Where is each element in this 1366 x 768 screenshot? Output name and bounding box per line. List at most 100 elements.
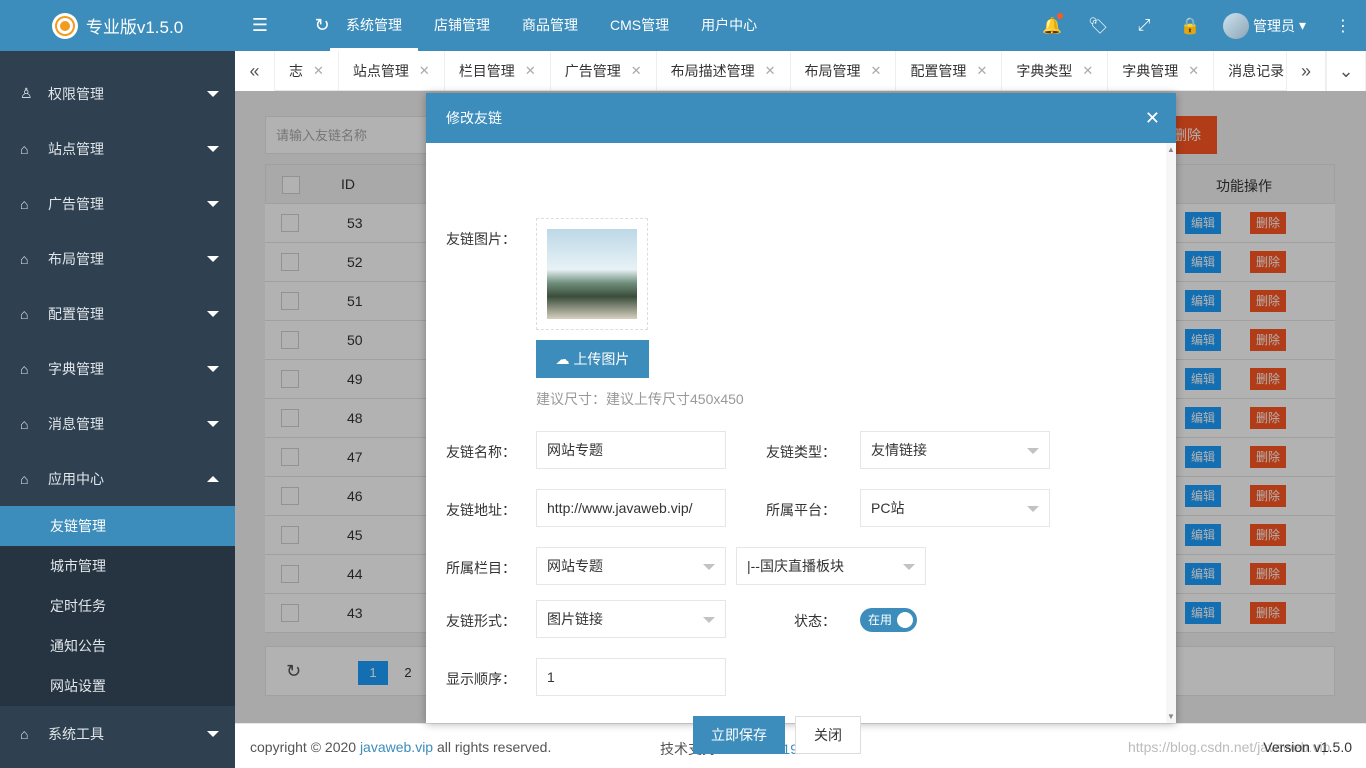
close-icon[interactable]: ✕	[1082, 51, 1093, 90]
image-preview[interactable]	[536, 218, 648, 330]
name-input[interactable]: 网站专题	[536, 431, 726, 469]
status-toggle[interactable]: 在用	[860, 608, 917, 632]
close-icon[interactable]: ✕	[1145, 93, 1160, 143]
tab-dict[interactable]: 字典管理 ✕	[1108, 51, 1215, 90]
caret-down-icon: ▾	[1298, 17, 1306, 33]
app-title: 专业版v1.5.0	[85, 18, 184, 37]
home-icon: ⌂	[20, 470, 29, 487]
url-input[interactable]: http://www.javaweb.vip/	[536, 489, 726, 527]
sidebar-item-permission[interactable]: ♙ 权限管理	[0, 66, 235, 121]
modal-title: 修改友链	[446, 110, 502, 126]
tab-config[interactable]: 配置管理 ✕	[896, 51, 1003, 90]
user-name: 管理员	[1252, 17, 1295, 34]
close-icon[interactable]: ✕	[871, 51, 882, 90]
close-icon[interactable]: ✕	[313, 51, 324, 90]
tab-label: 字典管理	[1122, 63, 1179, 79]
sidebar-subitem-city[interactable]: 城市管理	[0, 546, 235, 586]
tab-layout-desc[interactable]: 布局描述管理 ✕	[657, 51, 791, 90]
scroll-down-icon[interactable]: ▼	[1167, 712, 1175, 721]
home-icon: ⌂	[20, 305, 29, 322]
type-select[interactable]: 友情链接	[860, 431, 1050, 469]
tab-label: 广告管理	[564, 63, 621, 79]
home-icon: ⌂	[20, 725, 29, 742]
close-icon[interactable]: ✕	[525, 51, 536, 90]
image-label: 友链图片：	[446, 231, 516, 247]
home-icon: ⌂	[20, 250, 29, 267]
sidebar-subitem-links[interactable]: 友链管理	[0, 506, 235, 546]
tab-ad[interactable]: 广告管理 ✕	[551, 51, 657, 90]
form-label: 友链形式：	[446, 613, 516, 629]
more-icon[interactable]: ⋮	[1320, 16, 1366, 36]
column-select[interactable]: 网站专题	[536, 547, 726, 585]
tab-label: 布局管理	[804, 63, 861, 79]
cloud-upload-icon: ☁	[555, 351, 574, 367]
home-icon: ⌂	[20, 140, 29, 157]
tag-icon[interactable]: 🏷	[1075, 16, 1121, 36]
close-icon[interactable]: ✕	[631, 51, 642, 90]
tab-column[interactable]: 栏目管理 ✕	[445, 51, 551, 90]
tab-dict-type[interactable]: 字典类型 ✕	[1002, 51, 1109, 90]
column-label: 所属栏目：	[446, 560, 516, 576]
upload-button[interactable]: ☁ 上传图片	[536, 340, 649, 378]
sidebar-item-label: 消息管理	[48, 415, 104, 432]
logo: 专业版v1.5.0	[0, 0, 235, 51]
tab-message[interactable]: 消息记录✕	[1214, 51, 1286, 90]
save-button[interactable]: 立即保存	[693, 716, 785, 754]
user-menu[interactable]: 管理员 ▾	[1213, 12, 1320, 39]
sidebar-item-label: 系统工具	[48, 725, 104, 742]
copyright: copyright © 2020 javaweb.vip all rights …	[250, 739, 552, 755]
refresh-icon[interactable]: ↻	[312, 15, 332, 36]
tab-scroll-right-icon[interactable]: »	[1286, 51, 1326, 91]
menu-toggle-icon[interactable]: ☰	[250, 15, 270, 36]
tab-scroll-left-icon[interactable]: «	[235, 51, 275, 91]
sidebar-subitem-notice[interactable]: 通知公告	[0, 626, 235, 666]
tab-label: 站点管理	[352, 63, 409, 79]
topnav-goods[interactable]: 商品管理	[506, 0, 594, 51]
sidebar-subitem-website[interactable]: 网站设置	[0, 666, 235, 706]
sidebar-item-label: 布局管理	[48, 250, 104, 267]
tab-layout[interactable]: 布局管理 ✕	[791, 51, 897, 90]
topnav-cms[interactable]: CMS管理	[594, 0, 685, 51]
lock-icon[interactable]: 🔒	[1167, 16, 1213, 36]
sidebar-item-tools[interactable]: ⌂ 系统工具	[0, 706, 235, 761]
sidebar-item-dict[interactable]: ⌂ 字典管理	[0, 341, 235, 396]
tab-label: 志	[289, 63, 303, 79]
sidebar-item-label: 配置管理	[48, 305, 104, 322]
type-label: 友链类型：	[766, 444, 836, 460]
fullscreen-icon[interactable]: ⤢	[1121, 17, 1167, 35]
sidebar-item-layout[interactable]: ⌂ 布局管理	[0, 231, 235, 286]
sidebar-item-config[interactable]: ⌂ 配置管理	[0, 286, 235, 341]
sidebar-item-app-center[interactable]: ⌂ 应用中心	[0, 451, 235, 506]
tab-label: 布局描述管理	[670, 63, 755, 79]
sidebar-subitem-cron[interactable]: 定时任务	[0, 586, 235, 626]
close-icon[interactable]: ✕	[1188, 51, 1199, 90]
sidebar-item-site[interactable]: ⌂ 站点管理	[0, 121, 235, 176]
tab-log[interactable]: 志 ✕	[275, 51, 339, 90]
order-input[interactable]: 1	[536, 658, 726, 696]
name-label: 友链名称：	[446, 444, 516, 460]
sidebar-item-label: 站点管理	[48, 140, 104, 157]
copyright-link[interactable]: javaweb.vip	[360, 739, 433, 755]
close-icon[interactable]: ✕	[765, 51, 776, 90]
bell-icon[interactable]: 🔔	[1029, 12, 1075, 36]
home-icon: ⌂	[20, 360, 29, 377]
url-label: 友链地址：	[446, 502, 516, 518]
close-icon[interactable]: ✕	[976, 51, 987, 90]
close-icon[interactable]: ✕	[419, 51, 430, 90]
platform-select[interactable]: PC站	[860, 489, 1050, 527]
sidebar-item-message[interactable]: ⌂ 消息管理	[0, 396, 235, 451]
topnav-shop[interactable]: 店铺管理	[418, 0, 506, 51]
sidebar-item-ad[interactable]: ⌂ 广告管理	[0, 176, 235, 231]
scroll-up-icon[interactable]: ▲	[1167, 145, 1175, 154]
topnav-user[interactable]: 用户中心	[685, 0, 773, 51]
home-icon: ⌂	[20, 415, 29, 432]
modal-scrollbar[interactable]: ▲ ▼	[1166, 143, 1176, 723]
tab-dropdown-icon[interactable]: ⌄	[1326, 51, 1366, 91]
column-sub-select[interactable]: |--国庆直播板块	[736, 547, 926, 585]
form-select[interactable]: 图片链接	[536, 600, 726, 638]
platform-label: 所属平台：	[766, 502, 836, 518]
tab-site[interactable]: 站点管理 ✕	[339, 51, 445, 90]
close-button[interactable]: 关闭	[795, 716, 861, 754]
sidebar-item-label: 字典管理	[48, 360, 104, 377]
topnav-system[interactable]: 系统管理	[330, 0, 418, 51]
